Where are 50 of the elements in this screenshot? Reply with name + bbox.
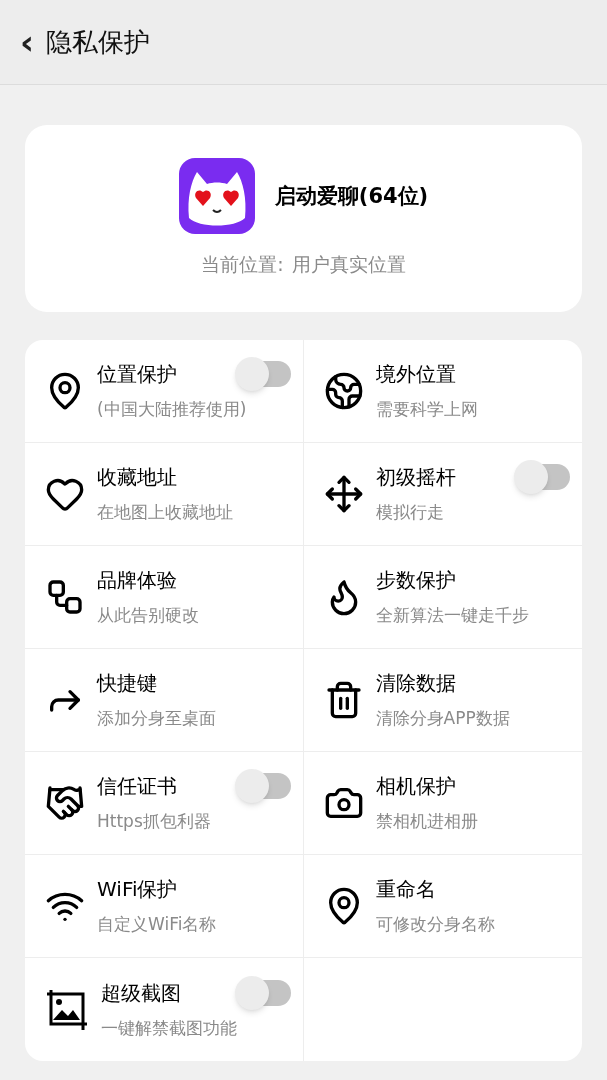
feature-title: 信任证书	[97, 773, 177, 801]
feature-item[interactable]: 快捷键 添加分身至桌面	[25, 649, 304, 752]
feature-title: 超级截图	[101, 979, 181, 1007]
image-crop-icon	[45, 987, 89, 1032]
feature-subtitle: 需要科学上网	[375, 398, 479, 422]
feature-subtitle: 一键解禁截图功能	[101, 1016, 238, 1040]
app-icon	[178, 158, 255, 235]
feature-title: 相机保护	[375, 773, 456, 801]
feature-subtitle: Https抓包利器	[97, 810, 212, 834]
feature-item[interactable]: 重命名 可修改分身名称	[303, 855, 582, 958]
feature-item[interactable]: 位置保护 (中国大陆推荐使用)	[25, 340, 304, 443]
feature-subtitle: 在地图上收藏地址	[97, 501, 234, 525]
feature-title: 位置保护	[97, 361, 177, 389]
feature-subtitle: 模拟行走	[375, 501, 445, 525]
feature-subtitle: 添加分身至桌面	[97, 707, 217, 731]
feature-item[interactable]: 超级截图 一键解禁截图功能	[25, 958, 304, 1061]
feature-subtitle: 全新算法一键走千步	[375, 604, 530, 628]
feature-item[interactable]: 清除数据 清除分身APP数据	[303, 649, 582, 752]
feature-subtitle: 从此告别硬改	[97, 604, 200, 628]
feature-title: 收藏地址	[97, 464, 177, 492]
feature-item[interactable]: 品牌体验 从此告别硬改	[25, 546, 304, 649]
feature-subtitle: 可修改分身名称	[375, 913, 496, 937]
feature-item[interactable]: 相机保护 禁相机进相册	[303, 752, 582, 855]
four-arrows-icon	[323, 474, 364, 514]
feature-title: 品牌体验	[97, 567, 177, 595]
feature-title: 快捷键	[97, 670, 157, 698]
handshake-icon	[45, 783, 85, 823]
feature-item[interactable]: 初级摇杆 模拟行走	[303, 443, 582, 546]
feature-item[interactable]: 信任证书 Https抓包利器	[25, 752, 304, 855]
back-button[interactable]: ‹	[20, 25, 34, 59]
feature-title: 初级摇杆	[375, 464, 456, 492]
page-title: 隐私保护	[46, 25, 150, 59]
app-name: 启动爱聊(64位)	[274, 182, 429, 210]
feature-subtitle: 自定义WiFi名称	[97, 913, 218, 937]
feature-title: 境外位置	[375, 361, 456, 389]
location-label: 当前位置:	[201, 252, 284, 278]
location-value: 用户真实位置	[291, 252, 406, 278]
feature-item[interactable]: 步数保护 全新算法一键走千步	[303, 546, 582, 649]
feature-title: 步数保护	[375, 567, 456, 595]
globe-icon	[323, 371, 364, 411]
feature-item[interactable]: 境外位置 需要科学上网	[303, 340, 582, 443]
feature-item[interactable]: 收藏地址 在地图上收藏地址	[25, 443, 304, 546]
feature-item[interactable]: WiFi保护 自定义WiFi名称	[25, 855, 304, 958]
feature-title: WiFi保护	[97, 876, 178, 904]
connected-squares-icon	[45, 577, 85, 617]
feature-title: 重命名	[375, 876, 436, 904]
feature-subtitle: (中国大陆推荐使用)	[97, 398, 248, 422]
feature-title: 清除数据	[375, 670, 456, 698]
feature-subtitle: 清除分身APP数据	[375, 707, 511, 731]
feature-subtitle: 禁相机进相册	[375, 810, 479, 834]
